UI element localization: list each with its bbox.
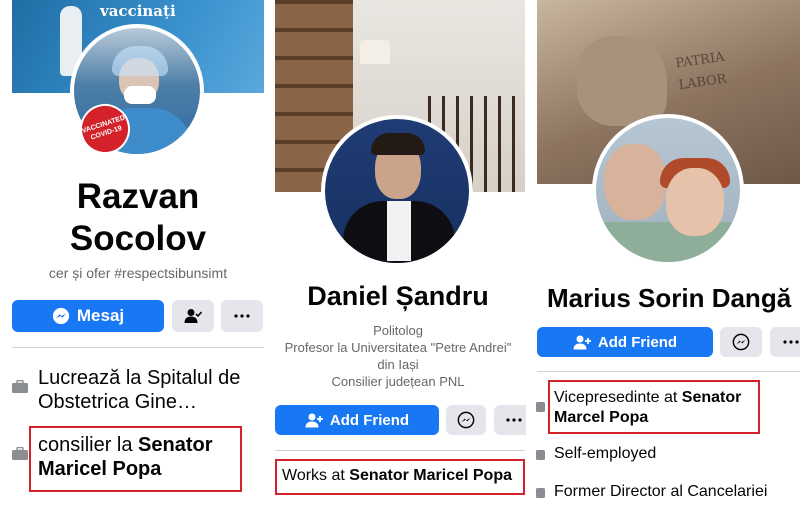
messenger-button[interactable] (720, 327, 762, 357)
more-icon (506, 418, 522, 422)
add-friend-label: Add Friend (329, 411, 410, 429)
more-icon (234, 314, 250, 318)
avatar-scarf (596, 222, 740, 262)
cover-statue-graphic (577, 36, 667, 126)
profile-panel-razvan: vaccinați VACCINATED COVID-19 Razvan Soc… (0, 0, 268, 506)
avatar-shirt (387, 201, 411, 261)
message-button-label: Mesaj (76, 306, 125, 325)
work-info-prefix: Works at (282, 467, 350, 484)
section-divider (275, 450, 525, 451)
more-button[interactable] (494, 405, 528, 435)
highlight-box (548, 380, 760, 434)
briefcase-icon (12, 447, 28, 460)
cover-caption: vaccinați (100, 2, 176, 20)
profile-avatar[interactable] (321, 115, 473, 267)
work-info-former[interactable]: Former Director al Cancelariei (554, 482, 767, 502)
avatar-hair (371, 133, 425, 155)
profile-name-line2: Socolov (69, 219, 207, 258)
avatar-face-woman (666, 168, 724, 236)
profile-name: Marius Sorin Dangă (547, 283, 792, 313)
bio-line: Profesor la Universitatea "Petre Andrei" (284, 340, 512, 355)
messenger-icon (457, 411, 475, 429)
message-button[interactable]: Mesaj (12, 300, 164, 332)
work-info-employer: Senator Maricel Popa (349, 467, 512, 484)
profile-name: Razvan Socolov (12, 176, 264, 260)
cover-lamp-graphic (360, 40, 390, 64)
profile-avatar[interactable] (592, 114, 744, 266)
work-info-senator[interactable]: Works at Senator Maricel Popa (282, 467, 512, 485)
friends-button[interactable] (172, 300, 214, 332)
briefcase-icon (536, 402, 545, 412)
section-divider (12, 347, 264, 348)
work-info-hospital[interactable]: Lucrează la Spitalul de Obstetrica Gine… (38, 366, 256, 414)
add-friend-icon (573, 335, 591, 349)
avatar-visor (112, 46, 168, 76)
highlight-box (29, 426, 242, 492)
add-friend-button[interactable]: Add Friend (537, 327, 713, 357)
bio-line: Politolog (373, 323, 423, 338)
work-info-self-employed[interactable]: Self-employed (554, 444, 656, 464)
profile-panel-marius: PATRIA LABOR Marius Sorin Dangă Add Frie… (528, 0, 800, 506)
profile-panel-daniel: Daniel Șandru Politolog Profesor la Univ… (268, 0, 528, 506)
section-divider (537, 371, 800, 372)
profile-bio: cer și ofer #respectsibunsimt (48, 265, 228, 281)
more-button[interactable] (221, 300, 263, 332)
avatar-face-man (604, 144, 666, 220)
profile-bio: Politolog Profesor la Universitatea "Pet… (268, 322, 528, 390)
more-button[interactable] (770, 327, 800, 357)
briefcase-icon (536, 450, 545, 460)
avatar-mask (124, 86, 156, 104)
messenger-icon (732, 333, 750, 351)
more-icon (783, 340, 799, 344)
bio-line: din Iași (377, 357, 419, 372)
briefcase-icon (12, 380, 28, 393)
profile-name: Daniel Șandru (307, 281, 489, 311)
add-friend-button[interactable]: Add Friend (275, 405, 439, 435)
messenger-icon (52, 307, 69, 325)
add-friend-icon (305, 413, 323, 427)
messenger-button[interactable] (446, 405, 486, 435)
profile-name-line1: Razvan (76, 177, 200, 216)
bio-line: Consilier județean PNL (331, 374, 465, 389)
friend-check-icon (184, 309, 202, 323)
briefcase-icon (536, 488, 545, 498)
cover-inscription: PATRIA LABOR (674, 47, 729, 97)
add-friend-label: Add Friend (597, 333, 678, 351)
